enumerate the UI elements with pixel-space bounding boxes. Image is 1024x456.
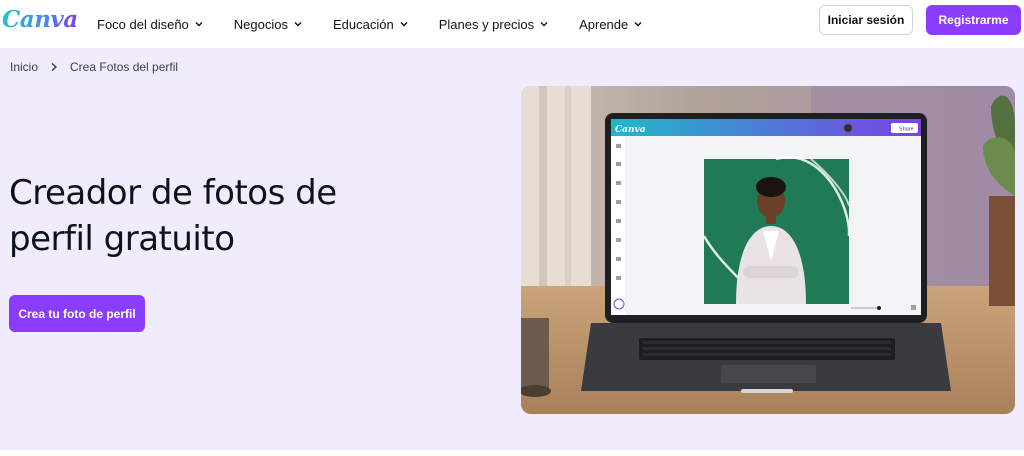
chevron-down-icon	[294, 22, 302, 27]
main-menu: Foco del diseño Negocios Educación Plane…	[97, 0, 673, 48]
title-line-2: perfil gratuito	[9, 219, 235, 259]
breadcrumb: Inicio Crea Fotos del perfil	[10, 60, 178, 74]
menu-item-label: Educación	[332, 16, 394, 32]
create-profile-photo-button[interactable]: Crea tu foto de perfil	[9, 295, 145, 332]
chevron-down-icon	[634, 22, 642, 27]
editor-logo: Canva	[615, 125, 646, 135]
register-button[interactable]: Registrarme	[926, 5, 1021, 35]
chevron-down-icon	[400, 22, 408, 27]
menu-item-educacion[interactable]: Educación	[333, 17, 409, 32]
page-title: Creador de fotos de perfil gratuito	[9, 170, 429, 262]
menu-item-label: Foco del diseño	[97, 16, 189, 32]
menu-item-label: Planes y precios	[438, 16, 535, 32]
menu-item-negocios[interactable]: Negocios	[234, 17, 303, 32]
laptop-scene-illustration: Canva Share	[521, 86, 1015, 414]
menu-item-planes-precios[interactable]: Planes y precios	[439, 17, 549, 32]
title-line-1: Creador de fotos de	[9, 173, 337, 213]
canva-logo[interactable]: Canva	[2, 6, 78, 33]
menu-item-label: Negocios	[233, 16, 288, 32]
breadcrumb-current: Crea Fotos del perfil	[70, 60, 179, 74]
top-navbar: Canva Foco del diseño Negocios Educación…	[0, 0, 1024, 48]
breadcrumb-home-link[interactable]: Inicio	[10, 60, 38, 74]
menu-item-aprende[interactable]: Aprende	[579, 17, 643, 32]
chevron-right-icon	[51, 62, 58, 72]
chevron-down-icon	[540, 22, 548, 27]
login-button[interactable]: Iniciar sesión	[819, 5, 913, 35]
menu-item-label: Aprende	[579, 16, 629, 32]
hero-image: Canva Share	[521, 86, 1015, 414]
chevron-down-icon	[195, 22, 203, 27]
editor-share-button: Share	[899, 127, 914, 133]
menu-item-foco-diseno[interactable]: Foco del diseño	[97, 17, 204, 32]
page-bottom-edge	[0, 450, 1024, 456]
